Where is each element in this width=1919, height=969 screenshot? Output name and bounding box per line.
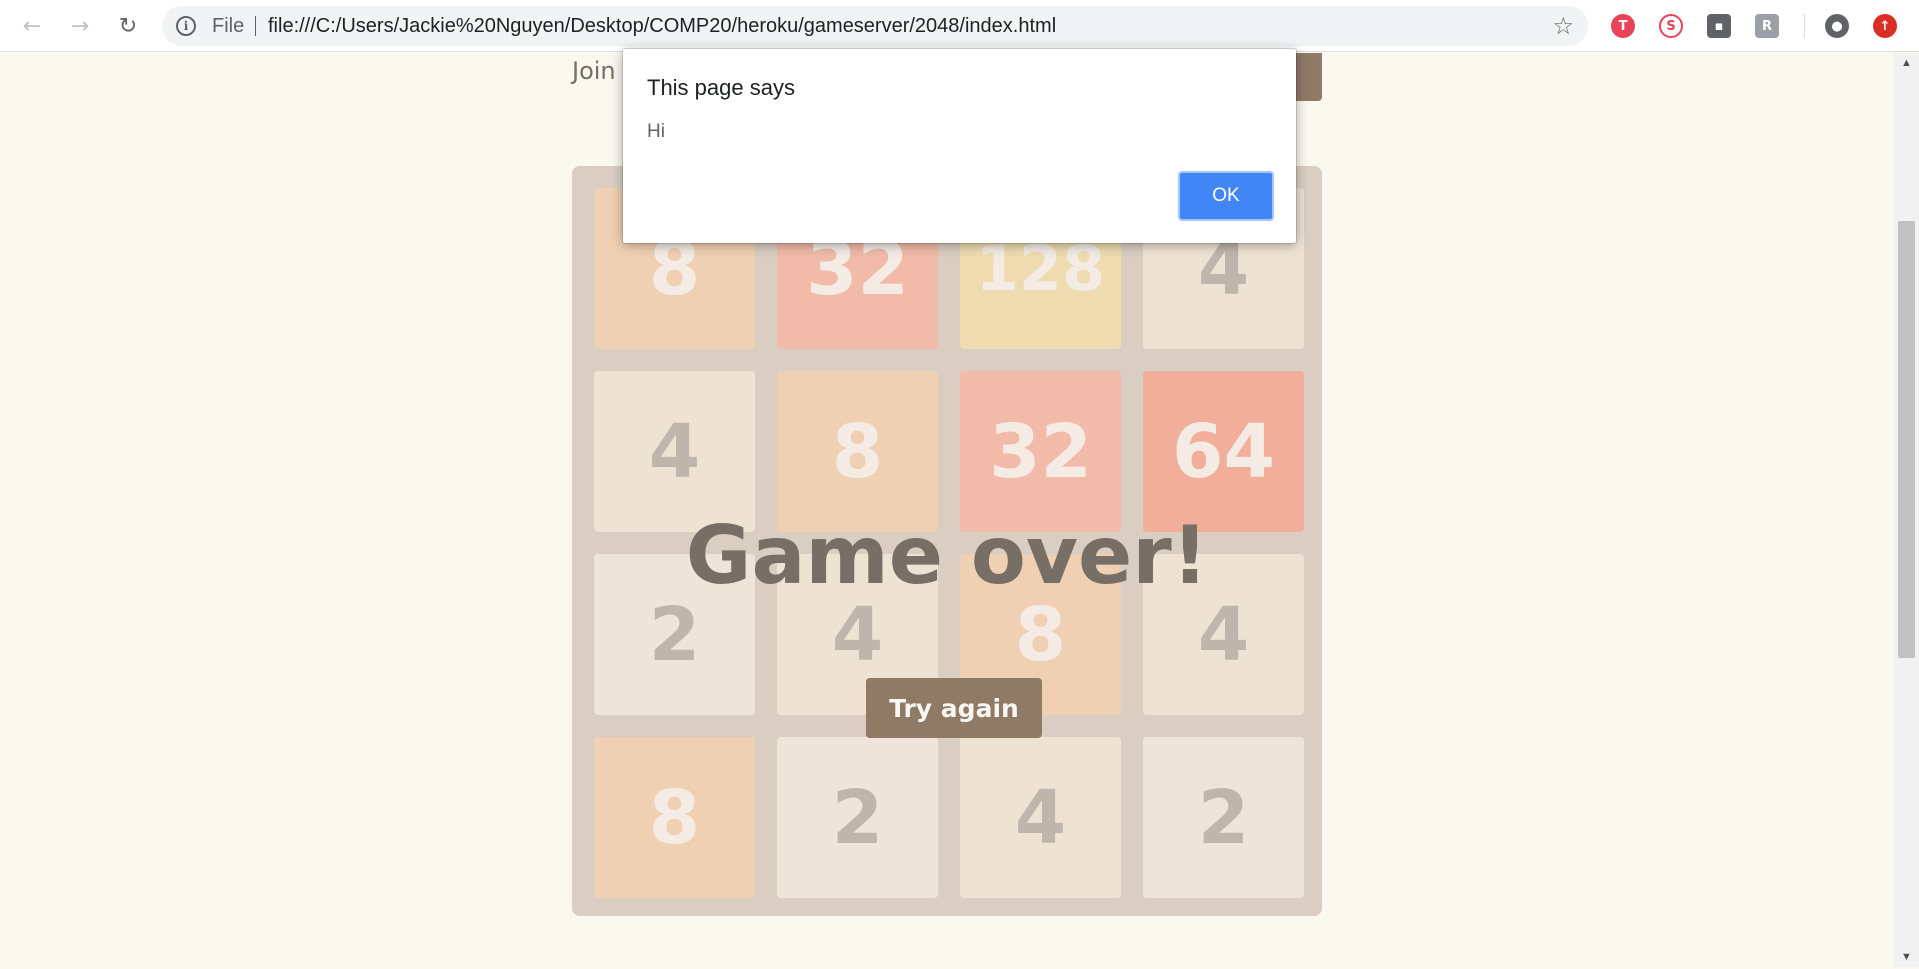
omnibox-divider: [255, 16, 256, 36]
url-text[interactable]: file:///C:/Users/Jackie%20Nguyen/Desktop…: [268, 6, 1056, 46]
dialog-ok-button[interactable]: OK: [1178, 171, 1274, 221]
scroll-down-icon[interactable]: ▼: [1894, 947, 1919, 967]
bookmark-star-icon[interactable]: ☆: [1552, 6, 1574, 46]
arrow-left-icon: ←: [22, 13, 42, 39]
game-over-overlay: Game over! Try again: [572, 166, 1322, 916]
intro-text: Join: [572, 57, 616, 85]
reload-button[interactable]: ↻: [110, 8, 146, 44]
extension-red-icon[interactable]: T: [1611, 14, 1635, 38]
info-icon[interactable]: i: [176, 16, 196, 36]
dialog-title: This page says: [647, 75, 795, 100]
account-icon[interactable]: ●: [1825, 14, 1849, 38]
extension-update-icon[interactable]: ↑: [1873, 14, 1897, 38]
toolbar-separator: [1804, 14, 1805, 38]
scroll-up-icon[interactable]: ▲: [1894, 53, 1919, 73]
arrow-right-icon: →: [70, 13, 90, 39]
address-bar[interactable]: i File file:///C:/Users/Jackie%20Nguyen/…: [162, 6, 1588, 46]
extension-no-sign-icon[interactable]: S: [1659, 14, 1683, 38]
alert-dialog: This page says Hi OK: [623, 49, 1296, 243]
game-over-message: Game over!: [685, 509, 1209, 602]
reload-icon: ↻: [118, 13, 138, 39]
dialog-message: Hi: [647, 121, 665, 142]
scheme-label: File: [212, 15, 245, 37]
back-button[interactable]: ←: [14, 8, 50, 44]
extension-grey-icon[interactable]: R: [1755, 14, 1779, 38]
game-board: 832128448326424848242 Game over! Try aga…: [572, 166, 1322, 916]
browser-toolbar: ← → ↻ i File file:///C:/Users/Jackie%20N…: [0, 0, 1919, 52]
scroll-thumb[interactable]: [1898, 221, 1915, 658]
forward-button[interactable]: →: [62, 8, 98, 44]
try-again-button[interactable]: Try again: [866, 678, 1042, 738]
vertical-scrollbar[interactable]: ▲ ▼: [1894, 53, 1919, 967]
extension-face-icon[interactable]: ▪: [1707, 14, 1731, 38]
